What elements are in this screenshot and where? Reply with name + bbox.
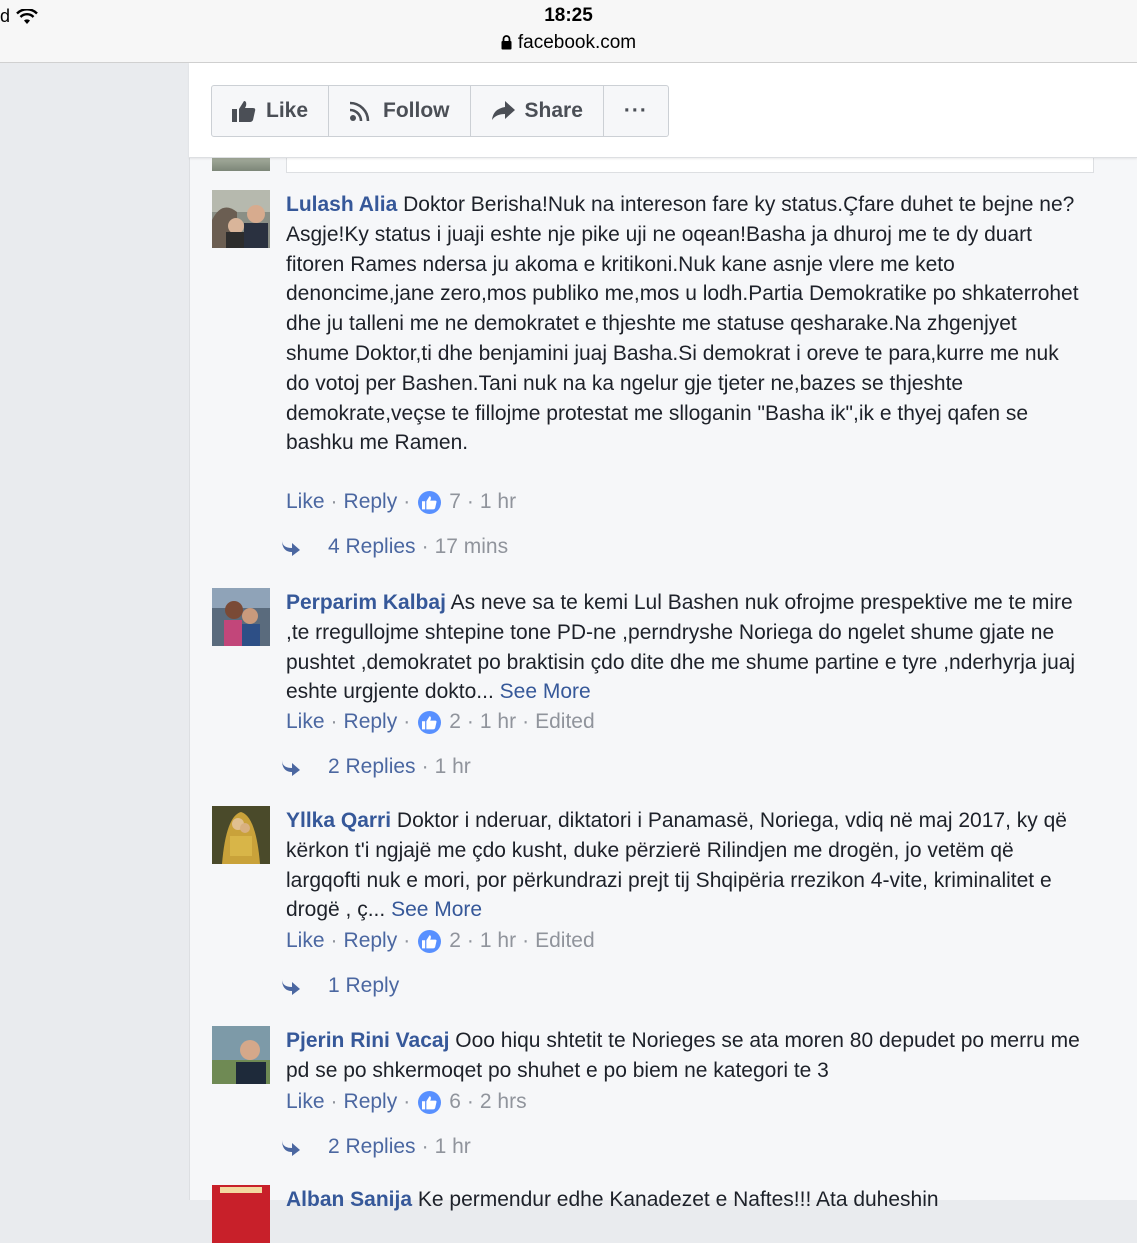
comment-author[interactable]: Pjerin Rini Vacaj <box>286 1029 449 1052</box>
reply-arrow-icon <box>282 760 300 776</box>
reply-link[interactable]: Reply <box>344 929 398 953</box>
comment-actions: Like · Reply · 2 · 1 hr · Edited <box>286 710 595 734</box>
comment-body: Pjerin Rini Vacaj Ooo hiqu shtetit te No… <box>286 1026 1081 1086</box>
avatar[interactable] <box>212 588 270 646</box>
like-reaction-icon <box>418 710 442 734</box>
avatar[interactable] <box>212 190 270 248</box>
edited-label[interactable]: Edited <box>535 929 595 953</box>
share-arrow-icon <box>491 101 515 120</box>
comment-body: Lulash Alia Doktor Berisha!Nuk na intere… <box>286 190 1081 458</box>
view-replies[interactable]: 2 Replies · 1 hr <box>280 755 471 779</box>
avatar[interactable] <box>212 1185 270 1243</box>
reply-arrow-icon <box>282 540 300 556</box>
more-dots-icon: ··· <box>623 99 648 122</box>
comment-author[interactable]: Perparim Kalbaj <box>286 591 446 614</box>
url-text: facebook.com <box>517 32 637 53</box>
replies-time: 17 mins <box>434 535 509 558</box>
like-page-button[interactable]: Like <box>212 86 330 136</box>
like-comment-link[interactable]: Like <box>286 490 325 514</box>
replies-time: 1 hr <box>434 755 471 778</box>
view-replies[interactable]: 1 Reply <box>280 974 399 998</box>
comment-body: Yllka Qarri Doktor i nderuar, diktatori … <box>286 806 1081 925</box>
like-reaction-icon <box>418 929 442 953</box>
avatar[interactable] <box>212 1026 270 1084</box>
like-count[interactable]: 2 <box>449 929 461 953</box>
replies-count-link[interactable]: 2 Replies <box>328 1135 416 1159</box>
action-button-group: Like Follow Share ··· <box>211 85 669 137</box>
status-bar: d 18:25 facebook.com <box>0 0 1137 63</box>
like-reaction-icon <box>418 1090 442 1114</box>
comment-time[interactable]: 1 hr <box>480 929 516 953</box>
like-count[interactable]: 6 <box>449 1090 461 1114</box>
view-replies[interactable]: 2 Replies · 1 hr <box>280 1135 471 1159</box>
reply-link[interactable]: Reply <box>344 1090 398 1114</box>
comment-time[interactable]: 2 hrs <box>480 1090 527 1114</box>
comment-body: Perparim Kalbaj As neve sa te kemi Lul B… <box>286 588 1081 707</box>
reply-arrow-icon <box>282 1140 300 1156</box>
rss-icon <box>349 101 370 122</box>
more-options-button[interactable]: ··· <box>604 86 668 136</box>
replies-count-link[interactable]: 2 Replies <box>328 755 416 779</box>
like-reaction-icon <box>418 490 442 514</box>
comment-actions: Like · Reply · 2 · 1 hr · Edited <box>286 929 595 953</box>
reply-arrow-icon <box>282 979 300 995</box>
replies-time: 1 hr <box>434 1135 471 1158</box>
edited-label[interactable]: Edited <box>535 710 595 734</box>
reply-link[interactable]: Reply <box>344 710 398 734</box>
see-more-link[interactable]: See More <box>500 680 591 703</box>
address-bar[interactable]: facebook.com <box>0 32 1137 54</box>
comment-text: Doktor Berisha!Nuk na intereson fare ky … <box>286 193 1079 455</box>
comment-author[interactable]: Yllka Qarri <box>286 809 391 832</box>
avatar[interactable] <box>212 806 270 864</box>
like-comment-link[interactable]: Like <box>286 1090 325 1114</box>
replies-count-link[interactable]: 4 Replies <box>328 535 416 559</box>
like-comment-link[interactable]: Like <box>286 929 325 953</box>
like-count[interactable]: 7 <box>449 490 461 514</box>
comment-time[interactable]: 1 hr <box>480 710 516 734</box>
like-comment-link[interactable]: Like <box>286 710 325 734</box>
comment-time[interactable]: 1 hr <box>480 490 516 514</box>
page-action-bar: Like Follow Share ··· <box>189 63 1137 158</box>
share-button[interactable]: Share <box>471 86 604 136</box>
comment-author[interactable]: Lulash Alia <box>286 193 397 216</box>
thumbs-up-icon <box>232 101 256 122</box>
like-count[interactable]: 2 <box>449 710 461 734</box>
see-more-link[interactable]: See More <box>391 898 482 921</box>
lock-icon <box>501 35 512 50</box>
share-label: Share <box>524 99 583 122</box>
clock: 18:25 <box>544 5 593 26</box>
reply-link[interactable]: Reply <box>344 490 398 514</box>
follow-button[interactable]: Follow <box>329 86 471 136</box>
comment-actions: Like · Reply · 6 · 2 hrs <box>286 1090 527 1114</box>
replies-count-link[interactable]: 1 Reply <box>328 974 399 998</box>
view-replies[interactable]: 4 Replies · 17 mins <box>280 535 508 559</box>
like-page-label: Like <box>266 99 309 122</box>
comment-actions: Like · Reply · 7 · 1 hr <box>286 490 517 514</box>
follow-label: Follow <box>383 99 450 122</box>
